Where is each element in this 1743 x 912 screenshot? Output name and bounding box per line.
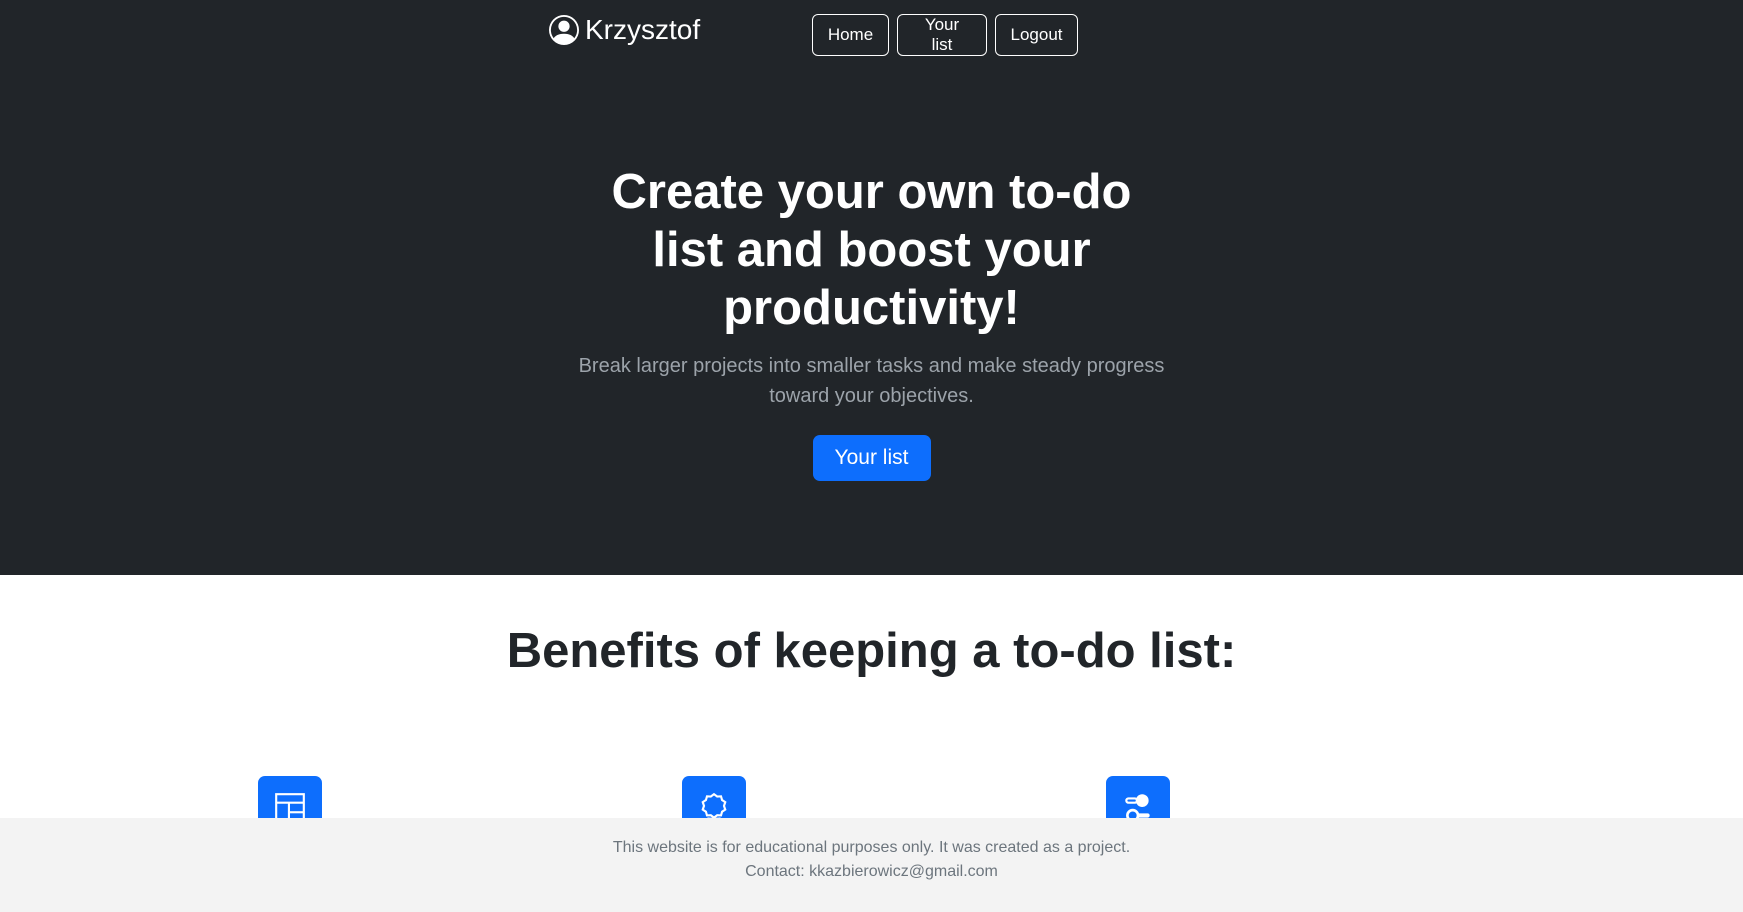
top-nav: Home Your list Logout <box>812 14 1078 56</box>
hero-title: Create your own to-do list and boost you… <box>611 165 1132 335</box>
benefits-title: Benefits of keeping a to-do list: <box>506 624 1237 678</box>
your-list-cta-button[interactable]: Your list <box>812 435 931 481</box>
brand-name: Krzysztof <box>585 14 701 45</box>
hero-content: Create your own to-do list and boost you… <box>0 163 1743 481</box>
footer-disclaimer: This website is for educational purposes… <box>612 839 1131 856</box>
brand[interactable]: Krzysztof <box>549 12 700 48</box>
logout-button[interactable]: Logout <box>995 14 1078 56</box>
footer-contact: Contact: kkazbierowicz@gmail.com <box>745 863 998 880</box>
hero-section: Krzysztof Home Your list Logout Create y… <box>0 0 1743 575</box>
home-button[interactable]: Home <box>812 14 889 56</box>
footer: This website is for educational purposes… <box>0 818 1743 912</box>
hero-subtitle: Break larger projects into smaller tasks… <box>578 355 1165 407</box>
your-list-nav-button[interactable]: Your list <box>897 14 987 56</box>
person-circle-icon <box>549 15 579 45</box>
